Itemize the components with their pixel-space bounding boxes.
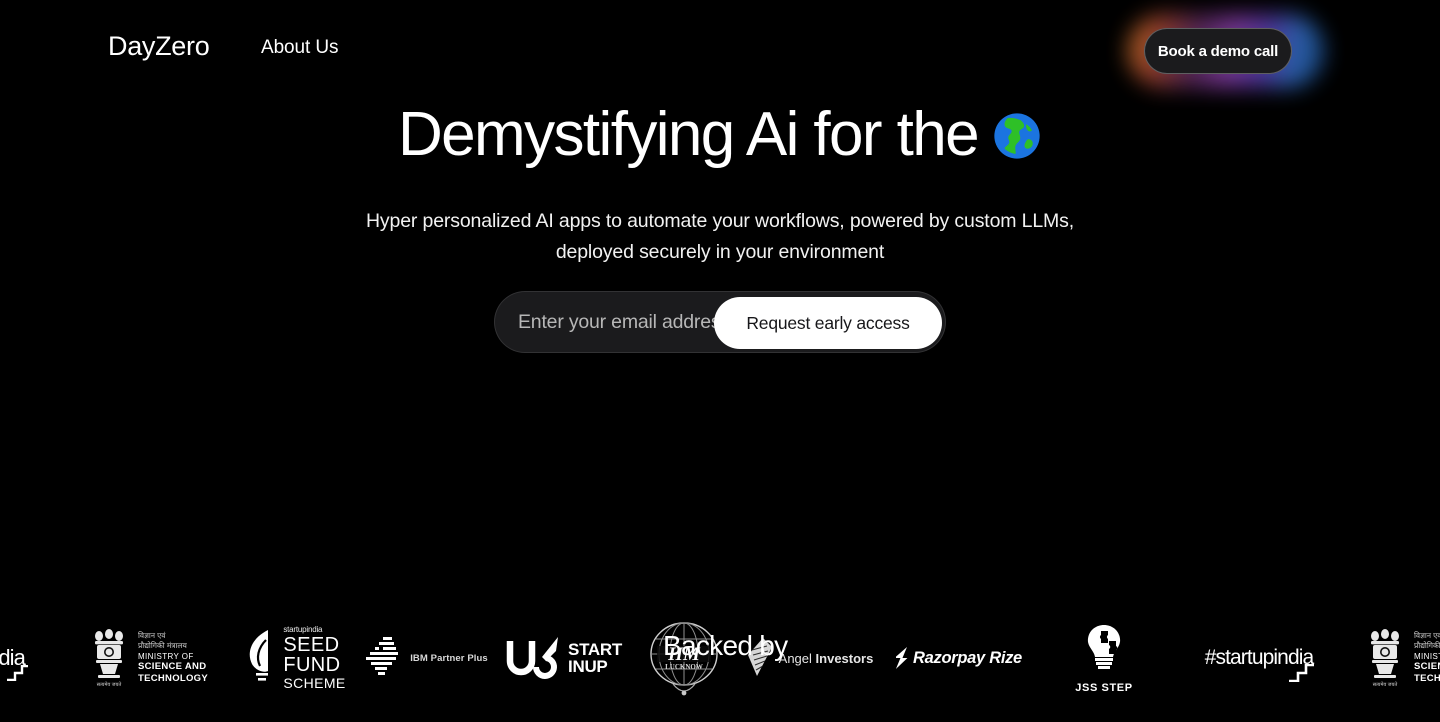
angel-investors-text: Angel Investors (779, 651, 874, 666)
razorpay-mark-icon (896, 647, 908, 669)
startinup-line-2: INUP (568, 657, 608, 676)
partner-logo-marquee: india (0, 608, 1440, 708)
ashoka-emblem-icon: सत्यमेव जयते (94, 629, 123, 688)
logo-startinup: START INUP (494, 608, 634, 708)
top-navigation-bar: DayZero About Us Book a demo call (0, 0, 1440, 100)
iim-lucknow-text: IIM (667, 644, 701, 665)
angel-investors-word-2: Investors (815, 650, 874, 666)
ashoka-emblem-icon: सत्यमेव जयते (1370, 629, 1399, 688)
logo-iim-lucknow: IIM LUCKNOW (634, 608, 734, 708)
brand-logo[interactable]: DayZero (108, 33, 210, 60)
hero-subheadline-line-2: deployed securely in your environment (555, 241, 885, 263)
ibm-partner-plus-text: IBM Partner Plus (410, 652, 488, 664)
iim-lucknow-subtext: LUCKNOW (665, 663, 703, 671)
ministry-hindi-line-1: विज्ञान एवं (137, 631, 166, 641)
logo-ministry-science-technology: सत्यमेव जयते विज्ञान एवं प्रौद्योगिकी मं… (68, 608, 228, 708)
book-demo-call-button[interactable]: Book a demo call (1144, 28, 1292, 74)
ministry-line-3: TECHNOLOGY (1413, 673, 1440, 685)
ministry-hindi-line-1: विज्ञान एवं (1413, 631, 1440, 641)
emblem-motto: सत्यमेव जयते (97, 681, 122, 688)
logo-angel-investors: Angel Investors (734, 608, 884, 708)
startup-india-step-icon (1289, 664, 1315, 682)
request-early-access-button[interactable]: Request early access (714, 297, 942, 349)
ministry-line-2: SCIENCE AND (137, 661, 207, 673)
seed-sprout-icon (250, 629, 269, 681)
startinup-mark-icon (506, 637, 559, 679)
angel-investors-word-1: Angel (778, 650, 812, 666)
seed-fund-line-3: SCHEME (283, 674, 346, 691)
startinup-line-1: START (568, 639, 622, 659)
seed-fund-line-2: FUND (283, 654, 341, 677)
logo-hash-startupindia: #startupindia (1174, 608, 1344, 708)
ministry-line-1: MINISTRY OF (137, 651, 194, 661)
jss-step-bulb-puzzle-icon (1087, 624, 1121, 669)
angel-wing-icon (747, 638, 772, 676)
ministry-line-2: SCIENCE AND (1413, 661, 1440, 673)
hero-headline-text: Demystifying Ai for the (398, 100, 980, 169)
jss-step-text: JSS STEP (1075, 681, 1133, 694)
logo-ministry-science-technology: सत्यमेव जयते विज्ञान एवं प्रौद्योगिकी मं… (1344, 608, 1440, 708)
hero-subheadline: Hyper personalized AI apps to automate y… (325, 206, 1115, 268)
ministry-line-3: TECHNOLOGY (137, 673, 209, 685)
ministry-line-1: MINISTRY OF (1413, 651, 1440, 661)
svg-text:सत्यमेव जयते: सत्यमेव जयते (1373, 681, 1398, 688)
email-capture-form: Request early access (494, 291, 947, 353)
logo-seed-fund-scheme: startupindia SEED FUND SCHEME (228, 608, 360, 708)
ministry-hindi-line-2: प्रौद्योगिकी मंत्रालय (137, 640, 187, 650)
earth-globe-americas-icon (992, 110, 1042, 160)
razorpay-rize-text: Razorpay Rize (913, 648, 1022, 667)
logo-startup-india-partial: india (0, 608, 68, 708)
startup-india-step-icon (7, 665, 28, 681)
nav-link-about-us[interactable]: About Us (261, 38, 338, 57)
seed-fund-top-text: startupindia (283, 624, 323, 634)
logo-razorpay-rize: Razorpay Rize (884, 608, 1034, 708)
ministry-hindi-line-2: प्रौद्योगिकी मंत्रालय (1413, 640, 1440, 650)
ibm-partner-plus-mark-icon (366, 637, 399, 675)
hero-headline: Demystifying Ai for the (0, 104, 1440, 166)
logo-jss-step: JSS STEP (1034, 608, 1174, 708)
logo-ibm-partner-plus: IBM Partner Plus (360, 608, 494, 708)
book-demo-button-wrapper: Book a demo call (1128, 14, 1324, 88)
hero-subheadline-line-1: Hyper personalized AI apps to automate y… (366, 210, 1074, 232)
iim-lucknow-globe-icon: IIM LUCKNOW (650, 622, 718, 696)
seed-fund-line-1: SEED (283, 634, 340, 657)
partner-logo-track: india (0, 608, 1440, 708)
